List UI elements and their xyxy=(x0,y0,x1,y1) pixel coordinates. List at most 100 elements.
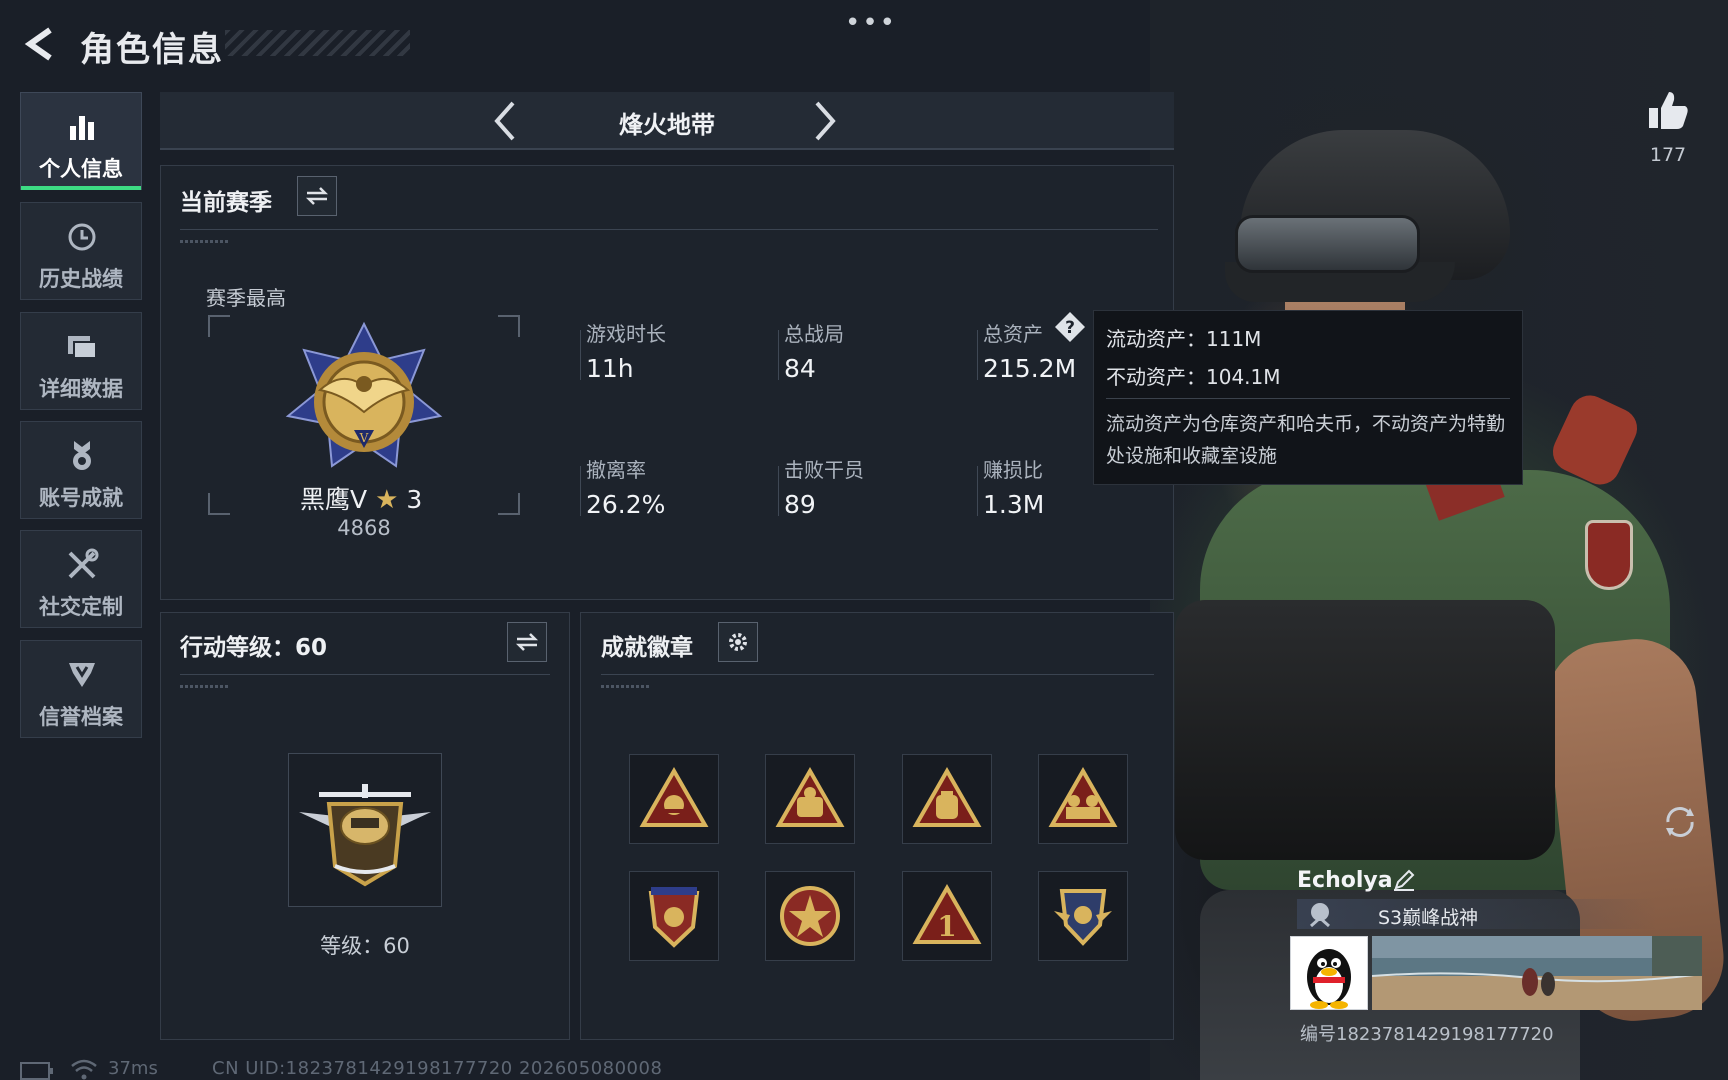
gear-icon xyxy=(729,633,747,651)
season-switch-button[interactable] xyxy=(297,176,337,216)
rotate-icon xyxy=(1666,807,1694,837)
frame-corner xyxy=(498,315,520,337)
stat-value-playtime: 11h xyxy=(586,354,634,383)
stat-tick xyxy=(580,330,581,380)
qq-penguin-avatar[interactable] xyxy=(1290,936,1368,1010)
achievement-divider xyxy=(601,674,1154,675)
achievement-badge[interactable] xyxy=(629,754,719,844)
next-map-button[interactable] xyxy=(805,100,845,142)
nav-item-credit[interactable]: 信誉档案 xyxy=(20,640,142,738)
tooltip-fixed-assets: 不动资产：104.1M xyxy=(1106,365,1281,389)
level-badge-frame xyxy=(288,753,442,907)
triangle-number-one-badge-icon: 1 xyxy=(912,884,982,944)
title-emblem-icon xyxy=(1305,900,1335,928)
triangle-helmet-badge-icon xyxy=(639,767,709,827)
edit-pencil-icon[interactable] xyxy=(1392,868,1416,892)
achievement-subline xyxy=(601,685,651,688)
profile-banner[interactable] xyxy=(1372,936,1702,1010)
page-title: 角色信息 xyxy=(80,30,224,70)
map-selector: 烽火地带 xyxy=(160,92,1174,150)
penguin-icon xyxy=(1307,949,1351,1009)
achievement-badge[interactable]: 1 xyxy=(902,871,992,961)
nav-item-details[interactable]: 详细数据 xyxy=(20,312,142,410)
folder-icon xyxy=(62,329,102,365)
ping-indicator: 37ms xyxy=(108,1058,158,1079)
stat-value-matches: 84 xyxy=(784,354,816,383)
season-title: 当前赛季 xyxy=(180,190,272,216)
season-subline xyxy=(180,240,230,243)
character-goggles xyxy=(1235,215,1420,273)
svg-text:V: V xyxy=(359,431,369,445)
back-arrow-icon xyxy=(24,27,52,61)
tooltip-description: 流动资产为仓库资产和哈夫币，不动资产为特勤处设施和收藏室设施 xyxy=(1106,413,1506,467)
back-button[interactable] xyxy=(20,24,60,64)
rotate-model-button[interactable] xyxy=(1660,800,1700,844)
stat-tick xyxy=(778,330,779,380)
stat-value-kills: 89 xyxy=(784,490,816,519)
battery-icon xyxy=(20,1062,54,1080)
more-options-icon[interactable]: ••• xyxy=(845,8,897,38)
achievement-badge[interactable] xyxy=(765,754,855,844)
rank-name: 黑鹰V xyxy=(300,485,368,514)
nav-label: 信誉档案 xyxy=(39,705,123,729)
stat-label-extract-rate: 撤离率 xyxy=(586,458,646,482)
stat-label-kills: 击败干员 xyxy=(784,458,864,482)
round-star-badge-icon xyxy=(780,886,840,946)
like-count: 177 xyxy=(1649,144,1687,166)
history-clock-icon xyxy=(62,219,102,255)
frame-corner xyxy=(208,493,230,515)
rank-emblem-icon: V xyxy=(284,320,444,480)
stat-label-matches: 总战局 xyxy=(784,322,844,346)
achievement-badge[interactable] xyxy=(765,871,855,961)
frame-corner xyxy=(208,315,230,337)
achievement-badge[interactable] xyxy=(629,871,719,961)
level-switch-button[interactable] xyxy=(507,622,547,662)
nav-label: 详细数据 xyxy=(39,377,123,401)
nav-item-history[interactable]: 历史战绩 xyxy=(20,202,142,300)
asset-tooltip: 流动资产：111M 不动资产：104.1M 流动资产为仓库资产和哈夫币，不动资产… xyxy=(1093,310,1523,485)
level-divider xyxy=(180,674,550,675)
stat-tick xyxy=(778,466,779,516)
swap-icon xyxy=(305,187,329,205)
uid-text: CN UID:1823781429198177720 202605080008 xyxy=(212,1058,663,1079)
map-name: 烽火地带 xyxy=(619,111,715,139)
thumbs-up-icon[interactable] xyxy=(1645,88,1691,134)
nav-item-social[interactable]: 社交定制 xyxy=(20,530,142,628)
stat-tick xyxy=(580,466,581,516)
nav-item-personal-info[interactable]: 个人信息 xyxy=(20,92,142,190)
helicopter-badge-icon xyxy=(299,784,431,887)
chevron-left-icon xyxy=(494,101,515,141)
achievement-badge[interactable] xyxy=(902,754,992,844)
achievement-badge[interactable] xyxy=(1038,871,1128,961)
previous-map-button[interactable] xyxy=(485,100,525,142)
stat-tick xyxy=(977,330,978,380)
stat-value-profit-ratio: 1.3M xyxy=(983,490,1045,519)
achievement-medal-icon xyxy=(62,438,102,474)
season-divider xyxy=(180,229,1158,230)
nav-item-achievements[interactable]: 账号成就 xyxy=(20,421,142,519)
shield-wings-badge-icon xyxy=(1054,889,1112,946)
achievement-badge[interactable] xyxy=(1038,754,1128,844)
achievement-settings-button[interactable] xyxy=(718,622,758,662)
rank-name-row: 黑鹰V ★ 3 xyxy=(300,480,422,516)
level-subline xyxy=(180,685,230,688)
rank-score: 4868 xyxy=(337,516,391,540)
achievement-title: 成就徽章 xyxy=(601,635,693,661)
player-name: Echolya xyxy=(1297,868,1393,893)
shield-stars-badge-icon xyxy=(648,887,700,948)
shield-badge-icon xyxy=(62,657,102,693)
stat-value-extract-rate: 26.2% xyxy=(586,490,666,519)
rank-stars: 3 xyxy=(406,485,423,514)
stat-label-assets: 总资产 xyxy=(983,322,1043,346)
triangle-soldier-badge-icon xyxy=(775,767,845,827)
tooltip-divider xyxy=(1106,398,1510,399)
swap-icon xyxy=(515,633,539,651)
help-question-icon[interactable]: ? xyxy=(1054,311,1086,343)
season-best-label: 赛季最高 xyxy=(206,286,286,310)
triangle-squad-badge-icon xyxy=(1048,767,1118,827)
frame-corner xyxy=(498,493,520,515)
triangle-bag-badge-icon xyxy=(912,767,982,827)
player-id: 编号1823781429198177720 xyxy=(1300,1024,1554,1045)
character-vest xyxy=(1175,600,1555,860)
stat-tick xyxy=(977,466,978,516)
